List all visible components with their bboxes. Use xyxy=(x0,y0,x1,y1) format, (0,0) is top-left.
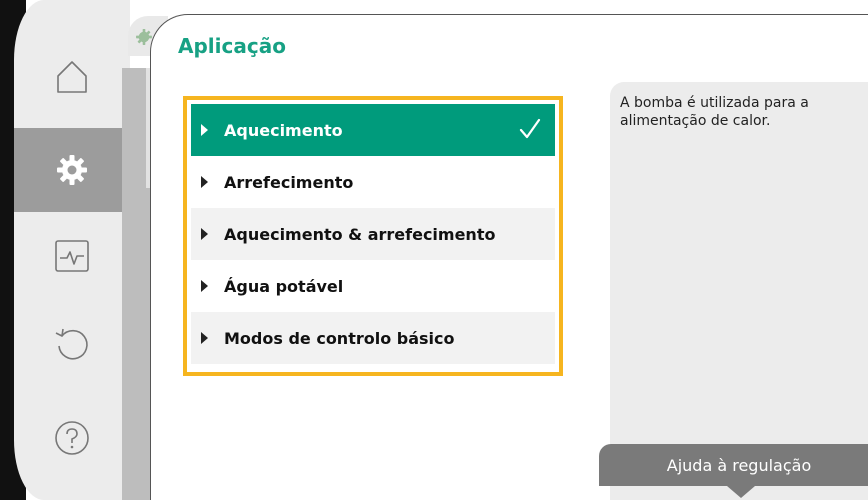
menu-item-label: Modos de controlo básico xyxy=(224,328,455,348)
monitor-icon xyxy=(55,240,89,272)
undo-icon xyxy=(55,328,88,360)
checkmark-icon xyxy=(519,118,541,139)
menu-item-agua-potavel[interactable]: Água potável xyxy=(191,260,555,312)
menu-item-aquecimento[interactable]: Aquecimento xyxy=(191,104,555,156)
menu-item-modos-controlo-basico[interactable]: Modos de controlo básico xyxy=(191,312,555,364)
sidebar-item-reset[interactable] xyxy=(14,302,130,386)
application-menu: Aquecimento Arrefecimento Aquecimento & … xyxy=(183,96,563,376)
menu-item-label: Aquecimento xyxy=(224,120,343,140)
sidebar-item-settings[interactable] xyxy=(14,128,130,212)
gear-icon xyxy=(57,155,87,185)
chevron-right-icon xyxy=(201,332,208,344)
page-title: Aplicação xyxy=(178,34,286,58)
help-button-pointer xyxy=(727,486,755,498)
sidebar-item-monitor[interactable] xyxy=(14,214,130,298)
sidebar-item-home[interactable] xyxy=(14,34,130,118)
menu-item-label: Aquecimento & arrefecimento xyxy=(224,224,496,244)
help-button[interactable]: Ajuda à regulação xyxy=(599,444,868,486)
sidebar-item-help[interactable] xyxy=(14,396,130,480)
menu-item-label: Arrefecimento xyxy=(224,172,354,192)
menu-item-arrefecimento[interactable]: Arrefecimento xyxy=(191,156,555,208)
chevron-right-icon xyxy=(201,176,208,188)
chevron-right-icon xyxy=(201,228,208,240)
menu-item-label: Água potável xyxy=(224,276,344,296)
help-text: A bomba é utilizada para a alimentação d… xyxy=(620,95,809,129)
menu-item-aquecimento-arrefecimento[interactable]: Aquecimento & arrefecimento xyxy=(191,208,555,260)
screen: Aplicação Aquecimento Arrefecimento Aque… xyxy=(0,0,868,500)
help-icon xyxy=(55,421,89,455)
chevron-right-icon xyxy=(201,280,208,292)
chevron-right-icon xyxy=(201,124,208,136)
home-icon xyxy=(57,61,87,93)
help-panel xyxy=(610,82,868,500)
